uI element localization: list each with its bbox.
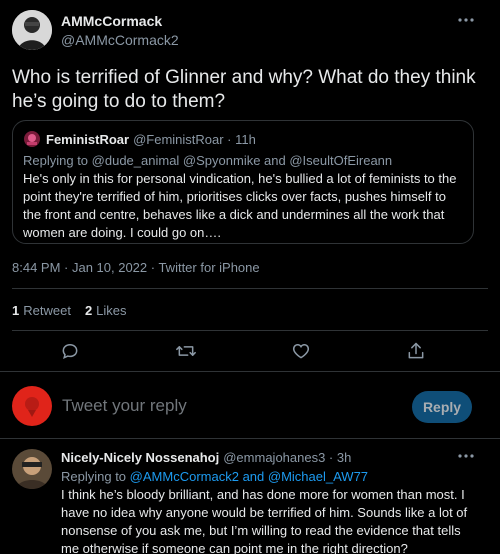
retweet-icon[interactable]	[175, 341, 197, 361]
reply-button[interactable]: Reply	[412, 391, 472, 423]
reply-mention-2[interactable]: @Michael_AW77	[268, 469, 368, 484]
heart-icon[interactable]	[291, 341, 311, 361]
retweets-label: Retweet	[23, 303, 71, 318]
retweets-count: 1	[12, 303, 20, 318]
share-icon[interactable]	[406, 341, 426, 361]
user-avatar[interactable]	[12, 386, 52, 426]
reply-and: and	[242, 469, 265, 484]
reply-more-icon[interactable]	[458, 453, 474, 459]
tweet-stats: 1 Retweet 2 Likes	[12, 303, 127, 318]
tweet-text: Who is terrified of Glinner and why? Wha…	[12, 67, 476, 112]
divider	[0, 371, 500, 372]
quoted-avatar	[24, 131, 40, 147]
quoted-handle-time: @FeministRoar · 11h	[133, 132, 256, 147]
author-display-name[interactable]: AMMcCormack	[61, 13, 162, 29]
author-handle[interactable]: @AMMcCormack2	[61, 32, 179, 48]
likes-count: 2	[84, 303, 93, 318]
reply-mention-1[interactable]: @AMMcCormack2	[130, 469, 239, 484]
quoted-display-name: FeministRoar	[46, 132, 130, 147]
quoted-tweet-card[interactable]: FeministRoar @FeministRoar · 11h Replyin…	[12, 120, 474, 244]
divider	[12, 330, 488, 331]
quoted-text: He's only in this for personal vindicati…	[23, 171, 457, 240]
quoted-reply-targets: @dude_animal @Spyonmike and @IseultOfEir…	[91, 153, 393, 168]
likes-stat[interactable]: 2 Likes	[85, 303, 127, 318]
reply-input[interactable]: Tweet your reply	[62, 396, 187, 416]
reply-author-avatar[interactable]	[12, 449, 52, 489]
author-avatar[interactable]	[12, 10, 52, 50]
tweet-timestamp[interactable]: 8:44 PM · Jan 10, 2022 · Twitter for iPh…	[12, 260, 260, 275]
author-avatar-image	[12, 10, 52, 50]
likes-label: Likes	[96, 303, 127, 318]
reply-author-handle-time[interactable]: @emmajohanes3 · 3h	[223, 450, 351, 465]
retweets-stat[interactable]: 1 Retweet	[12, 303, 71, 318]
quoted-reply-prefix: Replying to	[23, 153, 89, 168]
more-icon[interactable]	[458, 17, 474, 23]
reply-button-label: Reply	[422, 399, 462, 415]
reply-icon[interactable]	[60, 341, 80, 361]
divider	[12, 288, 488, 289]
reply-replying-prefix: Replying to	[61, 469, 127, 484]
reply-author-name[interactable]: Nicely-Nicely Nossenahoj	[61, 450, 219, 465]
reply-text: I think he’s bloody brilliant, and has d…	[61, 487, 468, 554]
divider	[0, 438, 500, 439]
